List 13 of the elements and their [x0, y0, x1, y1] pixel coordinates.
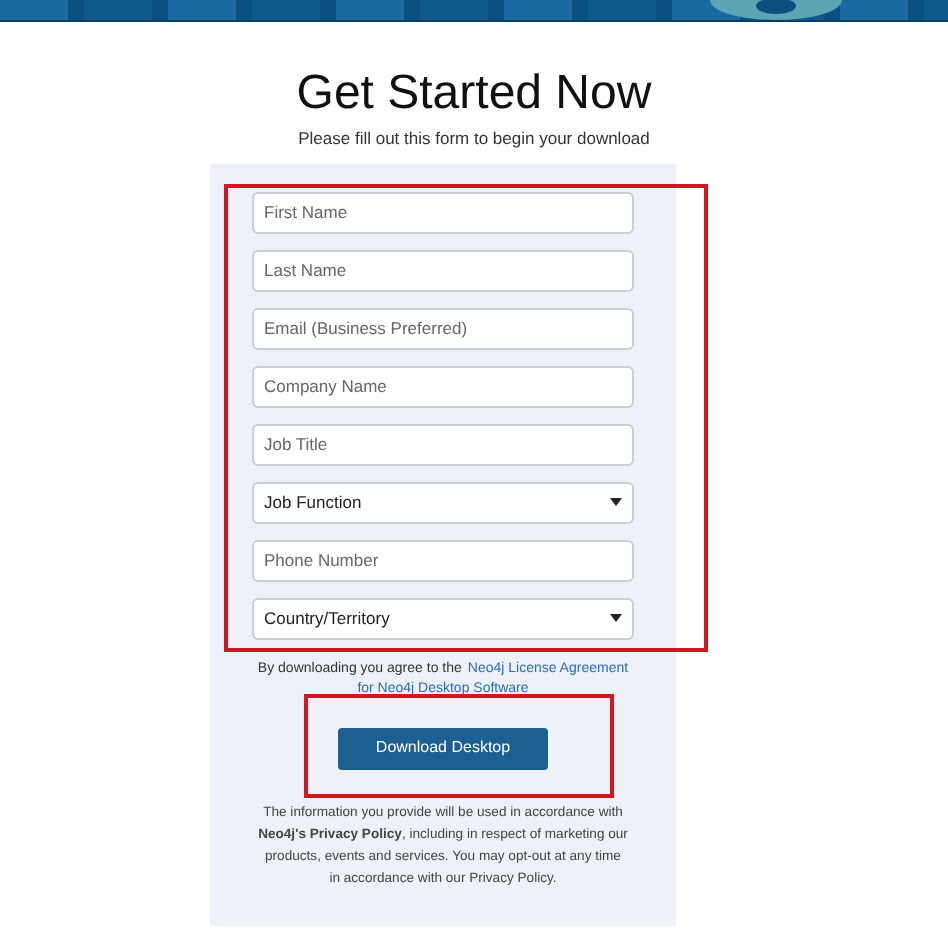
input-field[interactable]: Company Name	[252, 365, 634, 408]
dropdown[interactable]: Job Function	[252, 481, 634, 524]
input-field[interactable]: Job Title	[252, 423, 634, 466]
input-field[interactable]: Last Name	[252, 249, 634, 292]
subtitle: Please fill out this form to begin your download	[298, 126, 650, 152]
caret-icon	[610, 498, 622, 507]
download-button[interactable]: Download Desktop	[338, 727, 548, 770]
input-field[interactable]: Email (Business Preferred)	[252, 307, 634, 350]
input-field[interactable]: First Name	[252, 191, 634, 234]
dropdown[interactable]: Country/Territory	[252, 597, 634, 640]
input-field[interactable]: Phone Number	[252, 539, 634, 582]
caret-icon	[610, 614, 622, 623]
page-title: Get Started Now	[296, 66, 652, 122]
